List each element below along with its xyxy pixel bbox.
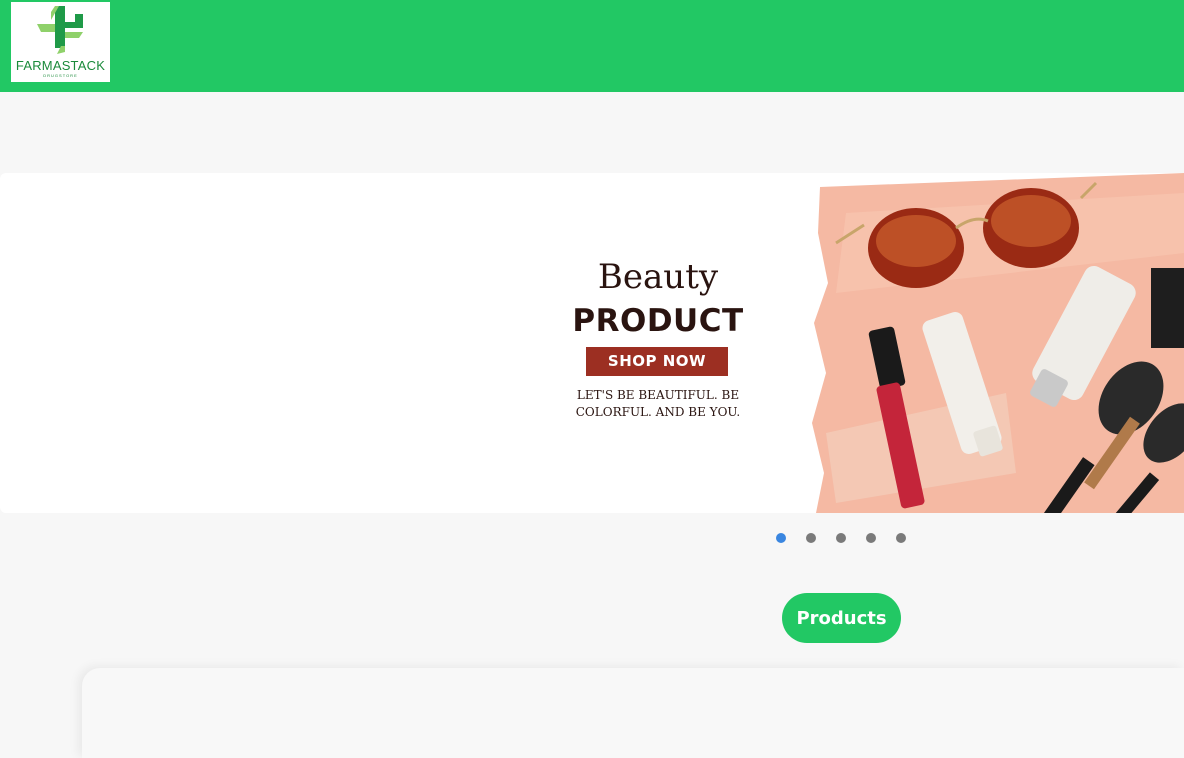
carousel-dot-2[interactable] xyxy=(806,533,816,543)
carousel-dot-3[interactable] xyxy=(836,533,846,543)
farmastack-logo[interactable]: FARMASTACK DRUGSTORE xyxy=(11,2,110,82)
shop-now-button[interactable]: SHOP NOW xyxy=(586,347,728,376)
content-card xyxy=(82,668,1184,758)
logo-subtitle: DRUGSTORE xyxy=(43,73,78,78)
cross-icon xyxy=(37,6,83,54)
beauty-products-image xyxy=(806,173,1184,513)
products-button[interactable]: Products xyxy=(782,593,901,643)
banner-tagline: LET'S BE BEAUTIFUL. BE COLORFUL. AND BE … xyxy=(575,388,741,419)
banner-text-block: Beauty PRODUCT SHOP NOW LET'S BE BEAUTIF… xyxy=(540,173,776,513)
carousel-indicators xyxy=(776,533,906,543)
banner-title-beauty: Beauty xyxy=(597,257,719,297)
top-header: FARMASTACK DRUGSTORE xyxy=(0,0,1184,92)
carousel-dot-1[interactable] xyxy=(776,533,786,543)
logo-name: FARMASTACK xyxy=(15,58,106,73)
carousel-dot-5[interactable] xyxy=(896,533,906,543)
carousel-dot-4[interactable] xyxy=(866,533,876,543)
hero-carousel[interactable]: Beauty PRODUCT SHOP NOW LET'S BE BEAUTIF… xyxy=(0,173,1184,513)
banner-title-product: PRODUCT xyxy=(572,303,744,339)
